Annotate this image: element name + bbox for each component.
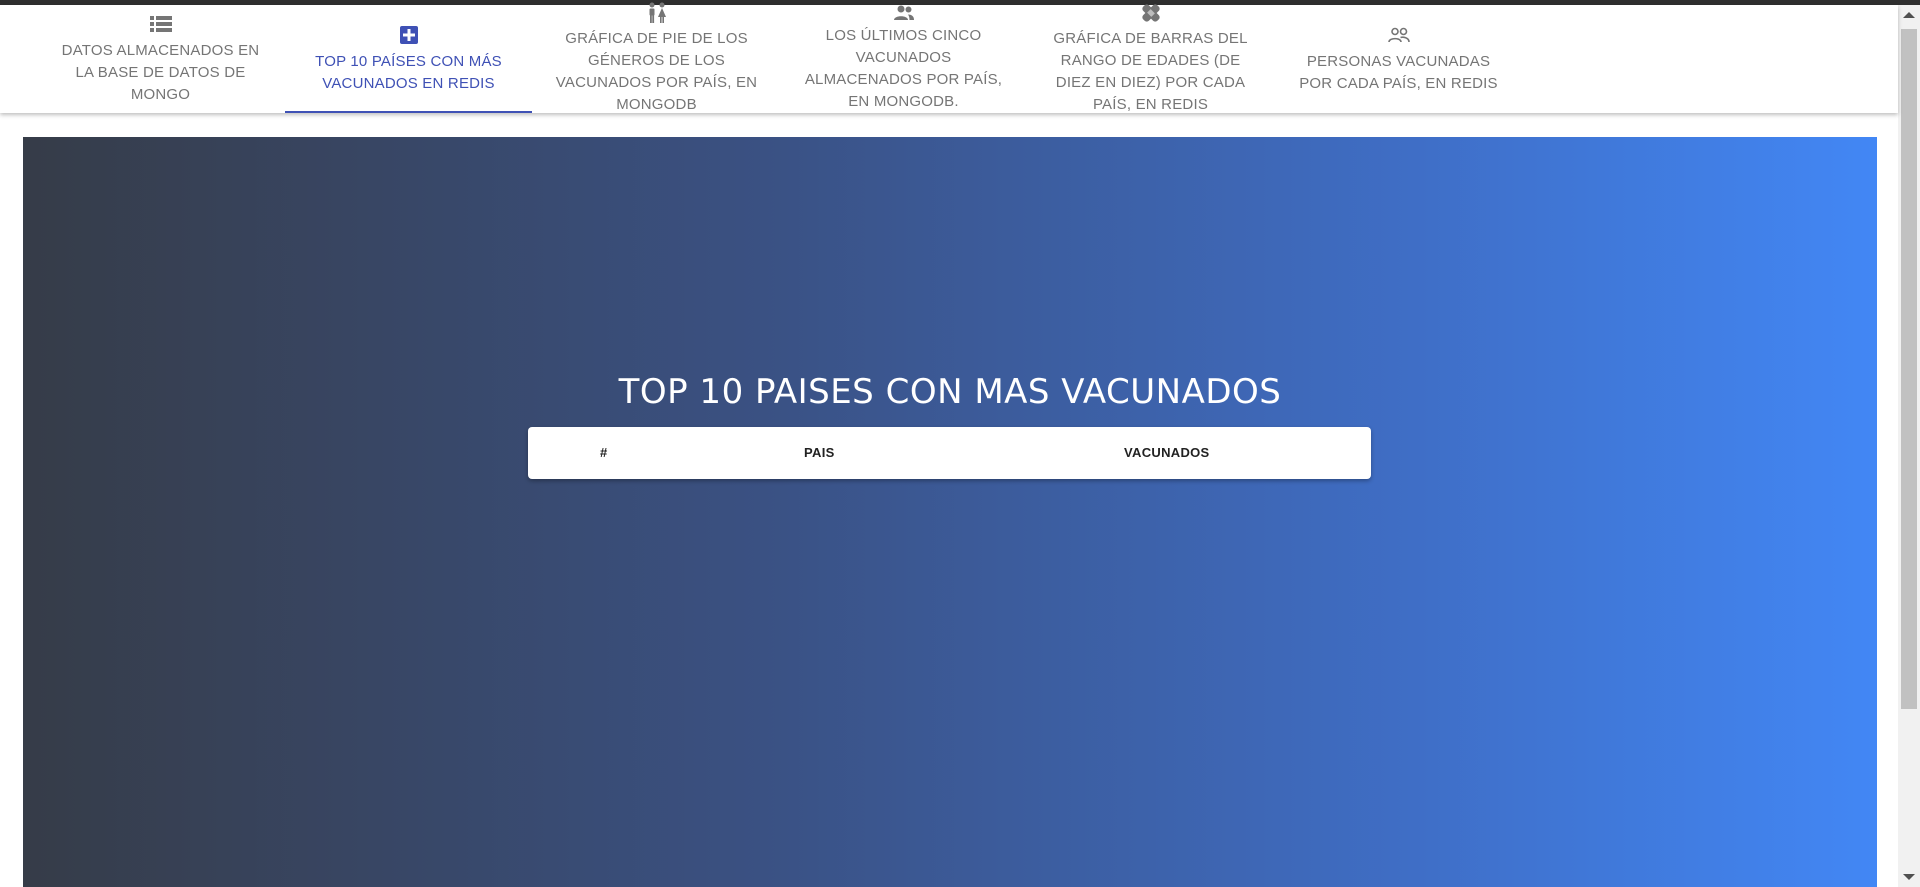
- column-header-country[interactable]: PAIS: [804, 427, 835, 479]
- man-woman-icon: [645, 2, 669, 24]
- medical-plus-icon: [397, 23, 421, 47]
- tab-age-range-bars[interactable]: GRÁFICA DE BARRAS DEL RANGO DE EDADES (D…: [1027, 2, 1274, 113]
- tab-label: PERSONAS VACUNADAS POR CADA PAÍS, EN RED…: [1299, 53, 1498, 92]
- vertical-scrollbar[interactable]: [1898, 5, 1920, 887]
- top10-table: # PAIS VACUNADOS: [528, 427, 1371, 479]
- tab-label: GRÁFICA DE PIE DE LOS GÉNEROS DE LOS VAC…: [555, 30, 758, 113]
- tab-mongo-data[interactable]: DATOS ALMACENADOS EN LA BASE DE DATOS DE…: [37, 5, 284, 113]
- tab-gender-pie[interactable]: GRÁFICA DE PIE DE LOS GÉNEROS DE LOS VAC…: [533, 2, 780, 113]
- scrollbar-thumb[interactable]: [1901, 29, 1917, 709]
- people-icon: [892, 5, 916, 21]
- people-outline-icon: [1387, 23, 1411, 47]
- tab-bar: DATOS ALMACENADOS EN LA BASE DE DATOS DE…: [0, 2, 1898, 113]
- scroll-up-arrow-icon[interactable]: [1903, 12, 1915, 18]
- tab-label: TOP 10 PAÍSES CON MÁS VACUNADOS EN REDIS: [315, 53, 502, 92]
- content-panel: TOP 10 PAISES CON MAS VACUNADOS # PAIS V…: [23, 137, 1877, 887]
- tab-label: GRÁFICA DE BARRAS DEL RANGO DE EDADES (D…: [1053, 30, 1248, 113]
- column-header-rank[interactable]: #: [600, 427, 608, 479]
- tab-label: DATOS ALMACENADOS EN LA BASE DE DATOS DE…: [61, 42, 260, 103]
- tab-last-five[interactable]: LOS ÚLTIMOS CINCO VACUNADOS ALMACENADOS …: [780, 5, 1027, 113]
- scroll-down-arrow-icon[interactable]: [1903, 874, 1915, 880]
- bandage-icon: [1139, 2, 1163, 24]
- tab-label: LOS ÚLTIMOS CINCO VACUNADOS ALMACENADOS …: [804, 27, 1003, 110]
- tab-vaccinated-by-country[interactable]: PERSONAS VACUNADAS POR CADA PAÍS, EN RED…: [1275, 5, 1522, 113]
- tab-top10-redis[interactable]: TOP 10 PAÍSES CON MÁS VACUNADOS EN REDIS: [285, 5, 532, 113]
- page-title: TOP 10 PAISES CON MAS VACUNADOS: [618, 372, 1282, 412]
- database-list-icon: [149, 12, 173, 36]
- column-header-vaccinated[interactable]: VACUNADOS: [1124, 427, 1210, 479]
